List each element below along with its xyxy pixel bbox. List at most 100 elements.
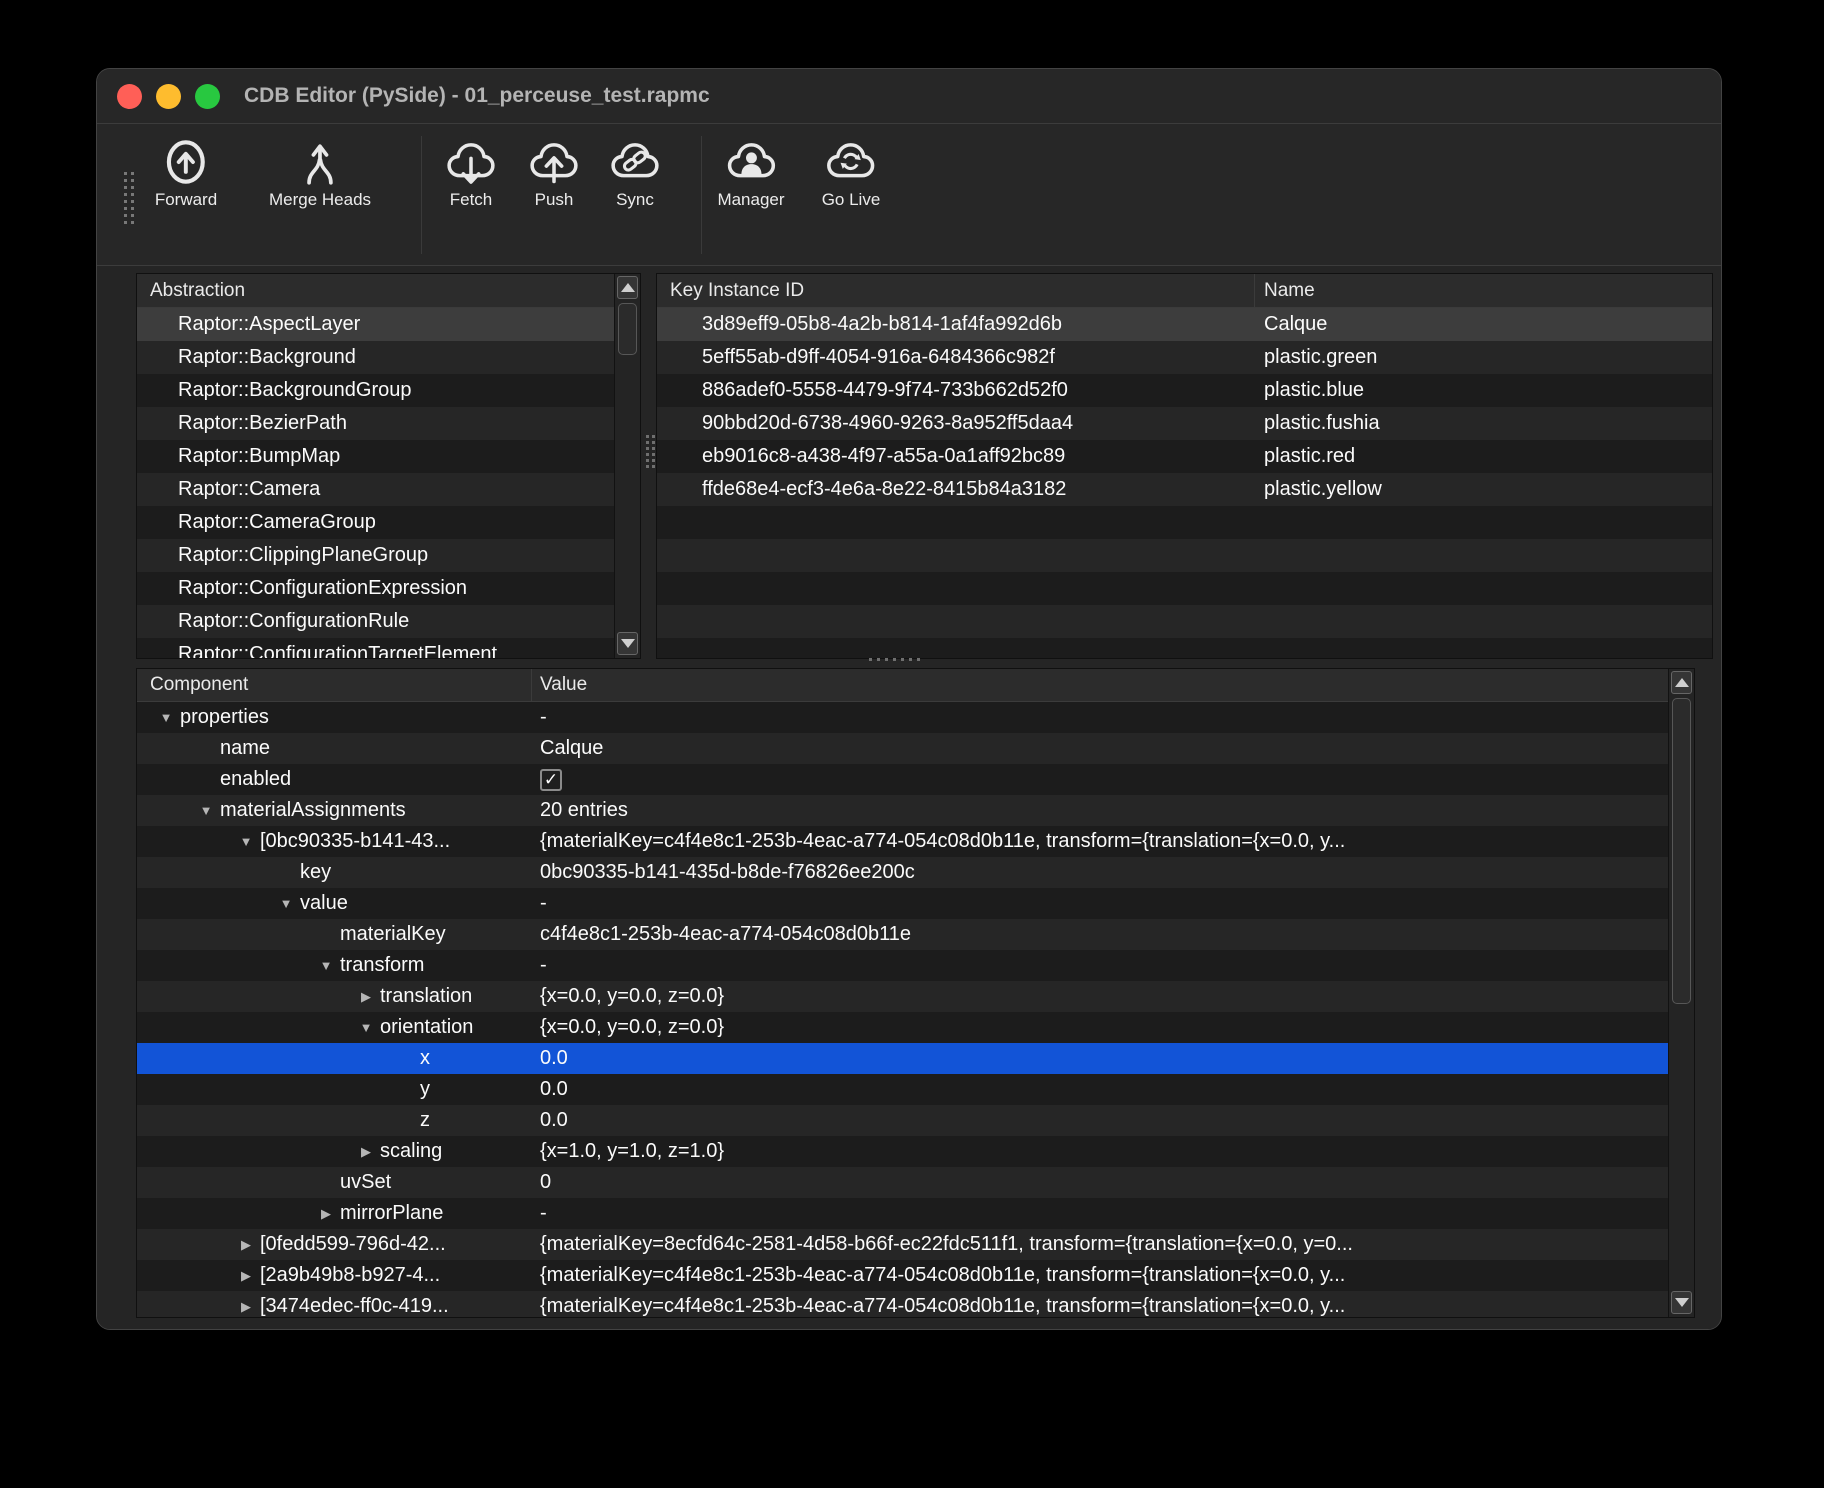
expanded-arrow-icon[interactable]: ▼ xyxy=(272,896,300,911)
dot xyxy=(646,453,649,456)
toolbar-button-forward[interactable]: Forward xyxy=(155,138,217,210)
component-tree-row[interactable]: ▶translation{x=0.0, y=0.0, z=0.0} xyxy=(137,981,1668,1012)
component-tree-row[interactable]: z0.0 xyxy=(137,1105,1668,1136)
instance-row[interactable]: 3d89eff9-05b8-4a2b-b814-1af4fa992d6bCalq… xyxy=(657,308,1712,341)
column-header-name[interactable]: Name xyxy=(1255,274,1315,307)
scrollbar-thumb[interactable] xyxy=(1672,698,1691,1004)
collapsed-arrow-icon[interactable]: ▶ xyxy=(232,1237,260,1253)
abstraction-list-item[interactable]: Raptor::Background xyxy=(137,341,614,374)
component-tree-row[interactable]: ▼orientation{x=0.0, y=0.0, z=0.0} xyxy=(137,1012,1668,1043)
component-cell: ▶[3474edec-ff0c-419... xyxy=(137,1295,532,1318)
abstraction-list-item[interactable]: Raptor::ClippingPlaneGroup xyxy=(137,539,614,572)
app-window: CDB Editor (PySide) - 01_perceuse_test.r… xyxy=(96,68,1722,1330)
component-label: [2a9b49b8-b927-4... xyxy=(260,1264,440,1287)
abstraction-header: Abstraction xyxy=(137,274,640,308)
toolbar-button-manager[interactable]: Manager xyxy=(717,138,784,210)
toolbar-button-go-live[interactable]: Go Live xyxy=(822,138,881,210)
value-cell: {x=0.0, y=0.0, z=0.0} xyxy=(532,1016,1668,1039)
expanded-arrow-icon[interactable]: ▼ xyxy=(152,710,180,725)
component-tree-row[interactable]: ▼[0bc90335-b141-43...{materialKey=c4f4e8… xyxy=(137,826,1668,857)
instance-row[interactable]: 90bbd20d-6738-4960-9263-8a952ff5daa4plas… xyxy=(657,407,1712,440)
component-tree-row[interactable]: materialKeyc4f4e8c1-253b-4eac-a774-054c0… xyxy=(137,919,1668,950)
circle-up-arrow-icon xyxy=(160,138,212,186)
down-arrow-icon xyxy=(1675,1298,1689,1307)
component-tree-row[interactable]: ▶mirrorPlane- xyxy=(137,1198,1668,1229)
instance-row[interactable]: 5eff55ab-d9ff-4054-916a-6484366c982fplas… xyxy=(657,341,1712,374)
toolbar-button-sync[interactable]: Sync xyxy=(609,138,661,210)
component-tree-row[interactable]: ▼value- xyxy=(137,888,1668,919)
enabled-checkbox[interactable]: ✓ xyxy=(540,769,562,791)
toolbar-button-push[interactable]: Push xyxy=(528,138,580,210)
dot xyxy=(652,447,655,450)
scroll-down-button[interactable] xyxy=(1671,1291,1692,1314)
component-tree-row[interactable]: y0.0 xyxy=(137,1074,1668,1105)
component-tree-row[interactable]: ▶[3474edec-ff0c-419...{materialKey=c4f4e… xyxy=(137,1291,1668,1318)
instance-row[interactable]: 886adef0-5558-4479-9f74-733b662d52f0plas… xyxy=(657,374,1712,407)
column-header-key-instance-id[interactable]: Key Instance ID xyxy=(657,274,1255,307)
abstraction-scrollbar[interactable] xyxy=(614,274,640,658)
collapsed-arrow-icon[interactable]: ▶ xyxy=(232,1268,260,1284)
component-label: [3474edec-ff0c-419... xyxy=(260,1295,449,1318)
toolbar-button-merge-heads[interactable]: Merge Heads xyxy=(269,138,371,210)
instance-row[interactable]: ffde68e4-ecf3-4e6a-8e22-8415b84a3182plas… xyxy=(657,473,1712,506)
abstraction-list-item[interactable]: Raptor::Camera xyxy=(137,473,614,506)
close-button[interactable] xyxy=(117,84,142,109)
value-cell: {x=1.0, y=1.0, z=1.0} xyxy=(532,1140,1668,1163)
minimize-button[interactable] xyxy=(156,84,181,109)
component-cell: materialKey xyxy=(137,923,532,946)
abstraction-list-item[interactable]: Raptor::CameraGroup xyxy=(137,506,614,539)
scroll-up-button[interactable] xyxy=(1671,671,1692,694)
component-scrollbar[interactable] xyxy=(1668,669,1694,1317)
expanded-arrow-icon[interactable]: ▼ xyxy=(192,803,220,818)
dot xyxy=(652,453,655,456)
component-label: enabled xyxy=(220,768,291,791)
expanded-arrow-icon[interactable]: ▼ xyxy=(352,1020,380,1035)
abstraction-list-item[interactable]: Raptor::BumpMap xyxy=(137,440,614,473)
title-bar: CDB Editor (PySide) - 01_perceuse_test.r… xyxy=(97,69,1721,124)
instance-id-cell: 886adef0-5558-4479-9f74-733b662d52f0 xyxy=(657,379,1255,402)
column-header-value[interactable]: Value xyxy=(532,669,587,701)
instance-row[interactable]: eb9016c8-a438-4f97-a55a-0a1aff92bc89plas… xyxy=(657,440,1712,473)
component-tree-row[interactable]: ▶scaling{x=1.0, y=1.0, z=1.0} xyxy=(137,1136,1668,1167)
component-tree-row[interactable]: x0.0 xyxy=(137,1043,1668,1074)
component-tree-row[interactable]: key0bc90335-b141-435d-b8de-f76826ee200c xyxy=(137,857,1668,888)
collapsed-arrow-icon[interactable]: ▶ xyxy=(352,989,380,1005)
component-tree-row[interactable]: nameCalque xyxy=(137,733,1668,764)
scrollbar-thumb[interactable] xyxy=(618,303,637,355)
abstraction-list-item[interactable]: Raptor::BezierPath xyxy=(137,407,614,440)
component-tree-row[interactable]: ▼transform- xyxy=(137,950,1668,981)
component-tree-row[interactable]: ▼materialAssignments20 entries xyxy=(137,795,1668,826)
abstraction-list-item[interactable]: Raptor::ConfigurationTargetElement xyxy=(137,638,614,659)
dot xyxy=(131,193,134,196)
component-tree-row[interactable]: ▶[0fedd599-796d-42...{materialKey=8ecfd6… xyxy=(137,1229,1668,1260)
component-tree-row[interactable]: ▼properties- xyxy=(137,702,1668,733)
dot xyxy=(646,435,649,438)
component-label: transform xyxy=(340,954,424,977)
empty-row xyxy=(657,605,1712,638)
horizontal-splitter-handle[interactable] xyxy=(869,658,921,662)
scroll-up-button[interactable] xyxy=(617,276,638,299)
abstraction-list-item[interactable]: Raptor::ConfigurationRule xyxy=(137,605,614,638)
component-cell: ▶[0fedd599-796d-42... xyxy=(137,1233,532,1256)
collapsed-arrow-icon[interactable]: ▶ xyxy=(352,1144,380,1160)
toolbar-button-label: Merge Heads xyxy=(269,190,371,210)
toolbar-button-fetch[interactable]: Fetch xyxy=(445,138,497,210)
component-cell: ▶mirrorPlane xyxy=(137,1202,532,1225)
collapsed-arrow-icon[interactable]: ▶ xyxy=(312,1206,340,1222)
abstraction-list-item[interactable]: Raptor::AspectLayer xyxy=(137,308,614,341)
expanded-arrow-icon[interactable]: ▼ xyxy=(232,834,260,849)
component-tree-row[interactable]: enabled ✓ xyxy=(137,764,1668,795)
vertical-splitter-handle[interactable] xyxy=(646,435,655,468)
expanded-arrow-icon[interactable]: ▼ xyxy=(312,958,340,973)
toolbar-drag-handle[interactable] xyxy=(124,172,134,224)
value-cell: {materialKey=c4f4e8c1-253b-4eac-a774-054… xyxy=(532,1295,1668,1318)
abstraction-list-item[interactable]: Raptor::ConfigurationExpression xyxy=(137,572,614,605)
collapsed-arrow-icon[interactable]: ▶ xyxy=(232,1299,260,1315)
component-tree-row[interactable]: ▶[2a9b49b8-b927-4...{materialKey=c4f4e8c… xyxy=(137,1260,1668,1291)
column-header-component[interactable]: Component xyxy=(137,669,532,701)
abstraction-header-label[interactable]: Abstraction xyxy=(137,274,245,307)
zoom-button[interactable] xyxy=(195,84,220,109)
scroll-down-button[interactable] xyxy=(617,632,638,655)
component-tree-row[interactable]: uvSet0 xyxy=(137,1167,1668,1198)
abstraction-list-item[interactable]: Raptor::BackgroundGroup xyxy=(137,374,614,407)
